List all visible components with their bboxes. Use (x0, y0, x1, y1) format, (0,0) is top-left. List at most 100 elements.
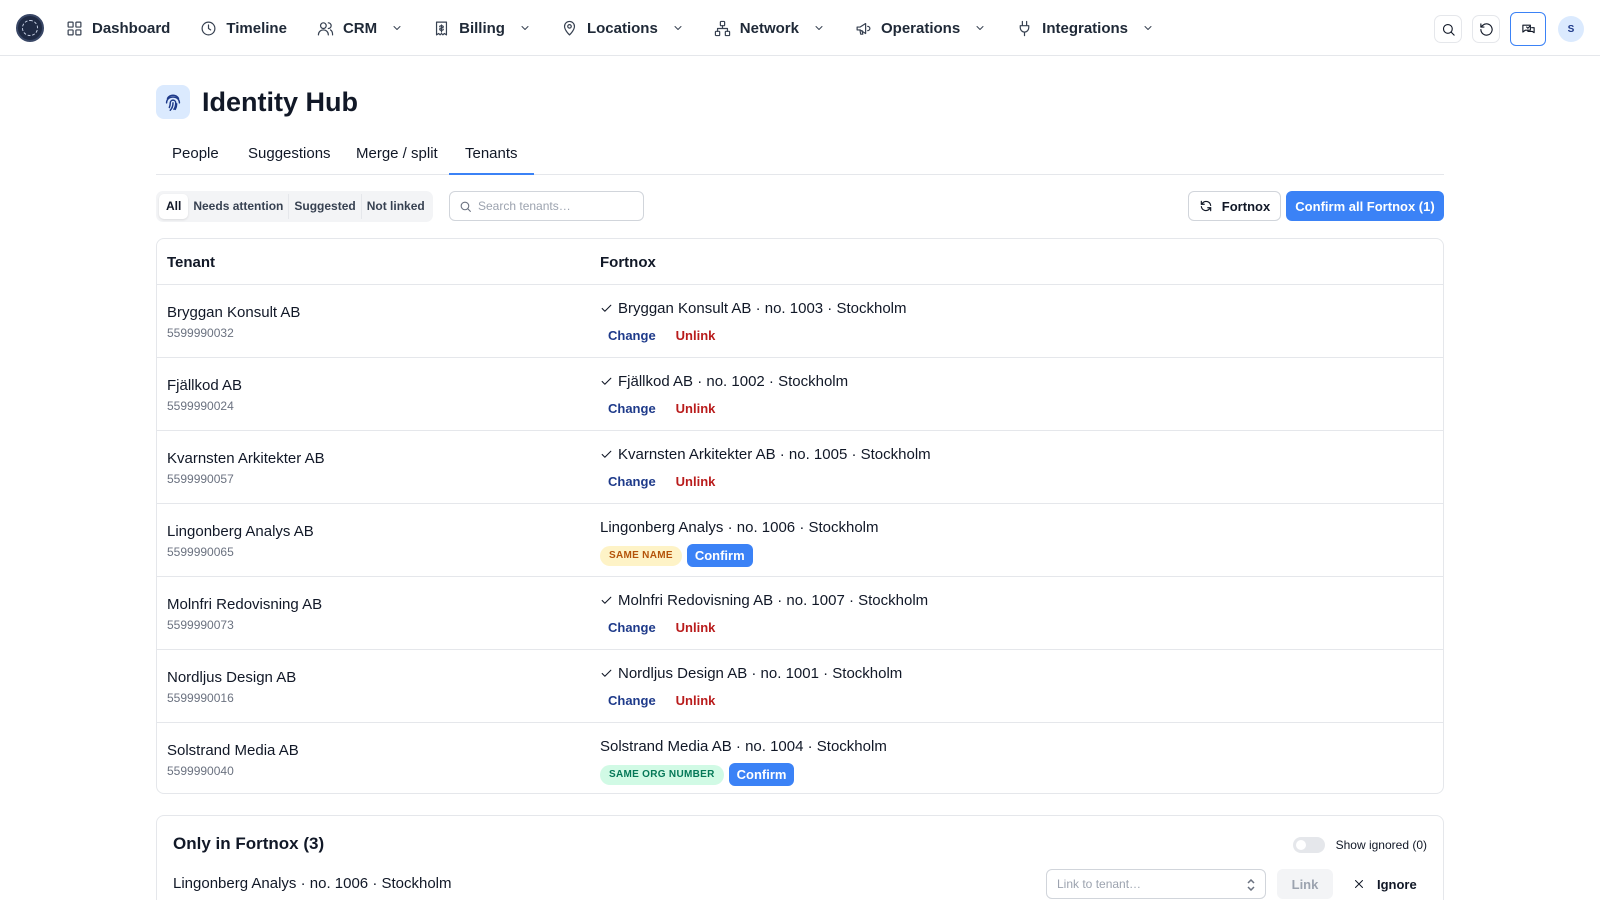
fortnox-match: Molnfri Redovisning AB · no. 1007 · Stoc… (600, 592, 928, 609)
change-link[interactable]: Change (608, 328, 656, 343)
fingerprint-icon (165, 94, 181, 111)
column-tenant: Tenant (167, 254, 216, 271)
change-link[interactable]: Change (608, 620, 656, 635)
nav-crm[interactable]: CRM (317, 10, 403, 46)
tenant-name: Bryggan Konsult AB (167, 304, 301, 321)
filter-suggested[interactable]: Suggested (289, 194, 362, 219)
chevron-down-icon (976, 26, 984, 30)
change-link[interactable]: Change (608, 693, 656, 708)
unlink-link[interactable]: Unlink (676, 474, 716, 489)
column-fortnox: Fortnox (600, 254, 656, 271)
tenant-org-number: 5599990040 (167, 764, 234, 778)
chevron-down-icon (521, 26, 529, 30)
nav-timeline[interactable]: Timeline (200, 10, 287, 46)
tenants-table: Tenant Fortnox Bryggan Konsult AB 5599990… (156, 238, 1444, 794)
fortnox-match: Kvarnsten Arkitekter AB · no. 1005 · Sto… (600, 446, 931, 463)
nav-label: Locations (586, 19, 658, 37)
nav-label: Network (739, 19, 799, 37)
tenant-org-number: 5599990016 (167, 691, 234, 705)
nav-label: Integrations (1042, 19, 1129, 37)
tenant-name: Molnfri Redovisning AB (167, 596, 323, 613)
history-icon (1479, 22, 1493, 36)
nav-label: Operations (880, 19, 961, 37)
unlink-link[interactable]: Unlink (676, 693, 716, 708)
chevron-down-icon (674, 26, 682, 30)
filter-all[interactable]: All (159, 194, 189, 219)
unlink-link[interactable]: Unlink (676, 620, 716, 635)
nav-network[interactable]: Network (714, 10, 825, 46)
user-avatar[interactable]: S (1558, 16, 1584, 42)
nav-integrations[interactable]: Integrations (1016, 10, 1154, 46)
link-to-tenant-select[interactable]: Link to tenant… (1046, 869, 1266, 899)
tenant-org-number: 5599990065 (167, 545, 234, 559)
nav-label: Timeline (226, 19, 287, 37)
match-reason-badge: SAME ORG NUMBER (600, 764, 724, 785)
link-button[interactable]: Link (1277, 869, 1333, 899)
map-pin-icon (563, 20, 576, 35)
tenant-name: Lingonberg Analys AB (167, 523, 314, 540)
search-button[interactable] (1434, 15, 1462, 43)
confirm-button[interactable]: Confirm (728, 763, 795, 786)
top-navbar: Dashboard Timeline CRM Billing Locations… (0, 0, 1600, 56)
fortnox-suggestion: Solstrand Media AB · no. 1004 · Stockhol… (600, 738, 887, 755)
messages-button[interactable] (1510, 12, 1546, 46)
fortnox-suggestion-label: Solstrand Media AB · no. 1004 · Stockhol… (600, 738, 887, 755)
table-body: Bryggan Konsult AB 5599990032 Bryggan Kons… (157, 285, 1443, 793)
tenant-org-number: 5599990024 (167, 399, 234, 413)
change-link[interactable]: Change (608, 474, 656, 489)
nav-label: Dashboard (92, 19, 171, 37)
tenant-name: Kvarnsten Arkitekter AB (167, 450, 325, 467)
row-actions: Change Unlink (600, 474, 715, 489)
filter-not-linked[interactable]: Not linked (362, 194, 430, 219)
receipt-icon (436, 21, 448, 35)
fortnox-only-item: Lingonberg Analys · no. 1006 · Stockholm (173, 875, 452, 892)
nav-label: Billing (459, 19, 505, 37)
search-input[interactable] (478, 199, 628, 213)
clock-icon (201, 21, 216, 35)
row-actions: SAME ORG NUMBER Confirm (600, 763, 795, 786)
check-icon (601, 304, 612, 312)
logo-mark (22, 20, 38, 36)
show-ignored-toggle[interactable] (1292, 837, 1325, 853)
grid-icon (67, 21, 82, 35)
ignore-button[interactable]: Ignore (1343, 869, 1427, 899)
history-button[interactable] (1472, 15, 1500, 43)
ignore-label: Ignore (1377, 876, 1417, 892)
confirm-all-button[interactable]: Confirm all Fortnox (1) (1286, 191, 1444, 221)
check-icon (601, 377, 612, 385)
tenant-org-number: 5599990057 (167, 472, 234, 486)
sync-fortnox-button[interactable]: Fortnox (1188, 191, 1281, 221)
tab-people[interactable]: People (156, 140, 235, 175)
confirm-button[interactable]: Confirm (686, 544, 753, 567)
change-link[interactable]: Change (608, 401, 656, 416)
fortnox-match: Nordljus Design AB · no. 1001 · Stockhol… (600, 665, 902, 682)
only-in-fortnox-card: Only in Fortnox (3) Show ignored (0) Lin… (156, 815, 1444, 900)
table-row: Molnfri Redovisning AB 5599990073 Molnfri … (157, 577, 1443, 650)
table-row: Fjällkod AB 5599990024 Fjällkod AB · no. 1… (157, 358, 1443, 431)
table-row: Kvarnsten Arkitekter AB 5599990057 Kvarnst… (157, 431, 1443, 504)
fortnox-suggestion-label: Lingonberg Analys · no. 1006 · Stockholm (600, 519, 879, 536)
table-row: Solstrand Media AB 5599990040 Solstrand Me… (157, 723, 1443, 793)
row-actions: Change Unlink (600, 620, 715, 635)
filter-segmented-control: All Needs attention Suggested Not linked (156, 191, 433, 222)
app-logo[interactable] (16, 14, 44, 42)
fortnox-match-label: Fjällkod AB · no. 1002 · Stockholm (618, 373, 849, 390)
nav-operations[interactable]: Operations (855, 10, 986, 46)
select-placeholder: Link to tenant… (1057, 877, 1142, 891)
nav-locations[interactable]: Locations (561, 10, 684, 46)
table-row: Lingonberg Analys AB 5599990065 Lingonberg… (157, 504, 1443, 577)
unlink-link[interactable]: Unlink (676, 401, 716, 416)
nav-dashboard[interactable]: Dashboard (66, 10, 170, 46)
fortnox-match-label: Kvarnsten Arkitekter AB · no. 1005 · Sto… (618, 446, 931, 463)
fortnox-match: Fjällkod AB · no. 1002 · Stockholm (600, 373, 848, 390)
show-ignored: Show ignored (0) (1292, 837, 1427, 853)
unlink-link[interactable]: Unlink (676, 328, 716, 343)
filter-needs-attention[interactable]: Needs attention (188, 194, 290, 219)
tab-suggestions[interactable]: Suggestions (232, 140, 347, 175)
check-icon (601, 450, 612, 458)
table-row: Bryggan Konsult AB 5599990032 Bryggan Kons… (157, 285, 1443, 358)
tab-tenants[interactable]: Tenants (449, 140, 534, 175)
fortnox-match-label: Nordljus Design AB · no. 1001 · Stockhol… (618, 665, 903, 682)
nav-billing[interactable]: Billing (433, 10, 531, 46)
tab-merge-split[interactable]: Merge / split (340, 140, 454, 175)
